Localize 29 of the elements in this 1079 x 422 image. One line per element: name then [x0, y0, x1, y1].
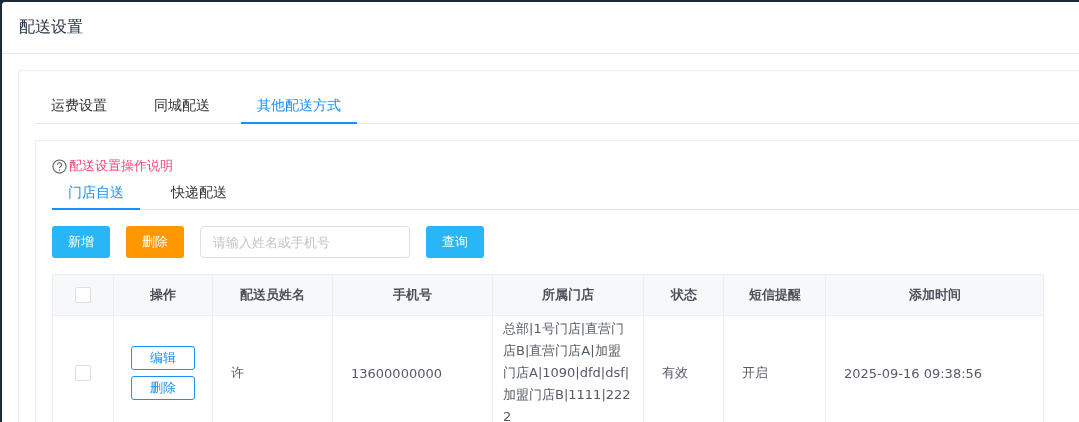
table-cell-text: 总部|1号门店|直营门店B|直营门店A|加盟门店A|1090|dfd|dsf|加盟门店B|1111|2222	[503, 320, 632, 422]
select-all-checkbox[interactable]	[75, 287, 91, 304]
column-header: 短信提醒	[723, 274, 826, 316]
add-button[interactable]: 新增	[52, 226, 110, 258]
table-cell: 许	[231, 365, 244, 380]
tab[interactable]: 其他配送方式	[241, 89, 357, 124]
tab[interactable]: 运费设置	[35, 89, 123, 124]
dialog-title: 配送设置	[19, 17, 83, 38]
help-icon	[52, 158, 67, 174]
tab[interactable]: 快递配送	[155, 177, 243, 210]
column-header: 添加时间	[825, 274, 1044, 316]
column-header: 手机号	[332, 274, 493, 316]
table-cell: 开启	[742, 365, 768, 380]
delete-button[interactable]: 删除	[131, 376, 195, 400]
table-cell: 2025-09-16 09:38:56	[844, 365, 983, 381]
column-header: 配送员姓名	[212, 274, 333, 316]
row-checkbox[interactable]	[75, 365, 91, 382]
tab[interactable]: 同城配送	[138, 89, 226, 124]
search-field[interactable]: 请输入姓名或手机号	[200, 226, 410, 258]
delete-button[interactable]: 删除	[126, 226, 184, 258]
column-header: 状态	[643, 274, 724, 316]
table-cell: 13600000000	[351, 365, 442, 381]
column-header: 所属门店	[492, 274, 644, 316]
tab[interactable]: 门店自送	[52, 177, 140, 210]
edit-button[interactable]: 编辑	[131, 346, 195, 370]
help-link[interactable]: 配送设置操作说明	[69, 157, 173, 175]
table-cell: 有效	[662, 365, 688, 380]
query-button[interactable]: 查询	[426, 226, 484, 258]
column-header: 操作	[113, 274, 213, 316]
